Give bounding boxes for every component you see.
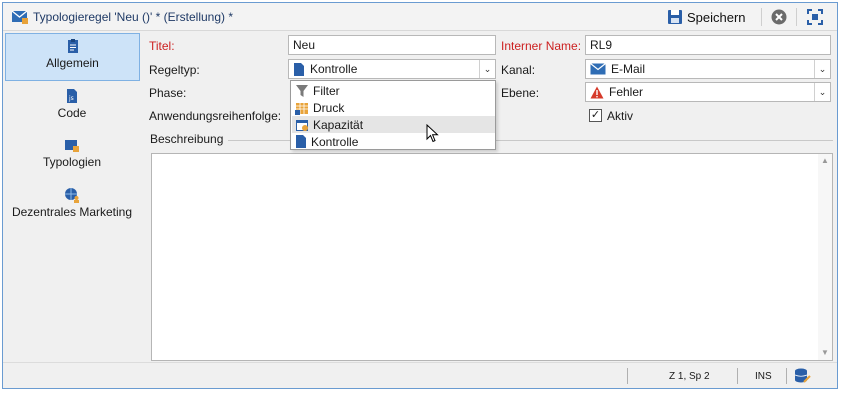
regeltyp-dropdown: Filter Druck Kapazität Kontrolle (290, 80, 496, 150)
kanal-value: E-Mail (611, 62, 646, 76)
save-icon (668, 10, 682, 24)
anwendungsreihenfolge-label: Anwendungsreihenfolge: (149, 109, 282, 123)
chevron-down-icon[interactable]: ⌄ (814, 60, 830, 78)
code-file-icon: js (67, 89, 77, 103)
filter-icon (296, 84, 308, 97)
titel-label: Titel: (149, 39, 175, 53)
capacity-icon (296, 119, 308, 131)
ebene-label: Ebene: (501, 86, 540, 100)
sidebar-item-allgemein[interactable]: Allgemein (5, 33, 140, 81)
document-icon (67, 39, 78, 53)
globe-user-icon (65, 188, 79, 203)
status-separator (627, 368, 628, 384)
sidebar-item-typologien[interactable]: Typologien (3, 133, 141, 181)
sidebar: Allgemein js Code Typologien Dezentrales… (3, 32, 141, 362)
status-separator (786, 368, 787, 384)
insert-mode: INS (755, 371, 772, 382)
sidebar-item-label: Typologien (42, 155, 102, 169)
beschreibung-label: Beschreibung (150, 132, 226, 146)
chevron-down-icon[interactable]: ⌄ (479, 60, 495, 78)
typology-folder-icon (65, 140, 79, 152)
aktiv-checkbox[interactable]: ✓ (589, 109, 602, 122)
dropdown-option-druck[interactable]: Druck (292, 99, 495, 116)
sidebar-item-code[interactable]: js Code (3, 84, 141, 132)
control-icon (294, 62, 304, 76)
svg-text:js: js (68, 95, 74, 102)
main-form: Titel: Neu Interner Name: RL9 Regeltyp: … (143, 32, 837, 362)
dropdown-option-filter[interactable]: Filter (292, 82, 495, 99)
cursor-position: Z 1, Sp 2 (669, 371, 710, 382)
email-icon (590, 63, 606, 75)
kanal-select[interactable]: E-Mail ⌄ (585, 59, 831, 79)
dropdown-option-label: Druck (313, 100, 345, 115)
scroll-down-icon[interactable]: ▼ (818, 346, 832, 360)
fullscreen-icon[interactable] (806, 8, 824, 26)
save-button[interactable]: Speichern (667, 6, 746, 28)
dropdown-option-label: Kontrolle (311, 134, 359, 149)
interner-name-label: Interner Name: (501, 39, 582, 53)
regeltyp-select[interactable]: Kontrolle ⌄ (288, 59, 496, 79)
titel-input[interactable]: Neu (288, 35, 496, 55)
database-icon (794, 368, 811, 383)
status-separator (737, 368, 738, 384)
envelope-rule-icon (11, 10, 28, 24)
toolbar-separator (796, 8, 797, 26)
ebene-value: Fehler (609, 85, 644, 99)
ebene-select[interactable]: Fehler ⌄ (585, 82, 831, 102)
toolbar-separator (761, 8, 762, 26)
save-label: Speichern (687, 9, 746, 25)
editor-window: Typologieregel 'Neu ()' * (Erstellung) *… (2, 2, 838, 389)
sidebar-item-dezentrales-marketing[interactable]: Dezentrales Marketing (3, 183, 141, 231)
beschreibung-textarea[interactable]: ▲ ▼ (151, 153, 833, 361)
cancel-icon[interactable] (770, 8, 788, 26)
print-icon (295, 102, 308, 115)
dropdown-option-label: Kapazität (313, 117, 364, 132)
sidebar-item-label: Allgemein (46, 56, 99, 70)
titel-value: Neu (293, 38, 316, 52)
regeltyp-value: Kontrolle (310, 62, 358, 76)
scroll-up-icon[interactable]: ▲ (818, 154, 832, 168)
kanal-label: Kanal: (501, 63, 536, 77)
mouse-pointer-icon (426, 124, 439, 143)
chevron-down-icon[interactable]: ⌄ (814, 83, 830, 101)
interner-name-input[interactable]: RL9 (585, 35, 831, 55)
sidebar-item-label: Code (57, 106, 87, 120)
dropdown-option-kapazitaet[interactable]: Kapazität (292, 116, 495, 133)
phase-label: Phase: (149, 86, 187, 100)
title-bar: Typologieregel 'Neu ()' * (Erstellung) *… (3, 3, 837, 31)
regeltyp-label: Regeltyp: (149, 63, 200, 77)
sidebar-item-label: Dezentrales Marketing (11, 205, 133, 219)
status-bar: Z 1, Sp 2 INS (3, 362, 837, 388)
dropdown-option-label: Filter (313, 83, 340, 98)
control-icon (296, 135, 306, 148)
vertical-scrollbar[interactable]: ▲ ▼ (818, 154, 832, 360)
dropdown-option-kontrolle[interactable]: Kontrolle (292, 133, 495, 150)
interner-name-value: RL9 (590, 38, 613, 52)
warning-icon (590, 86, 604, 98)
aktiv-label: Aktiv (607, 109, 634, 123)
window-title: Typologieregel 'Neu ()' * (Erstellung) * (33, 10, 234, 24)
